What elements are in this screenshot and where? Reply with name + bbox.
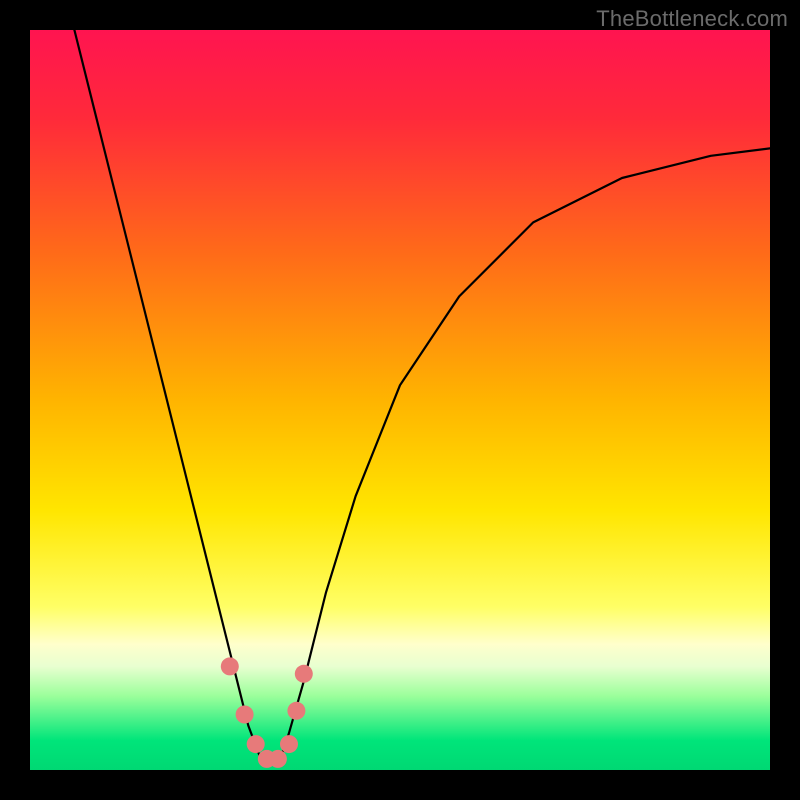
chart-background xyxy=(30,30,770,770)
highlight-point xyxy=(295,665,313,683)
highlight-point xyxy=(236,706,254,724)
chart-frame xyxy=(30,30,770,770)
bottleneck-chart xyxy=(30,30,770,770)
highlight-point xyxy=(221,657,239,675)
highlight-point xyxy=(269,750,287,768)
highlight-point xyxy=(287,702,305,720)
highlight-point xyxy=(247,735,265,753)
highlight-point xyxy=(280,735,298,753)
watermark-text: TheBottleneck.com xyxy=(596,6,788,32)
